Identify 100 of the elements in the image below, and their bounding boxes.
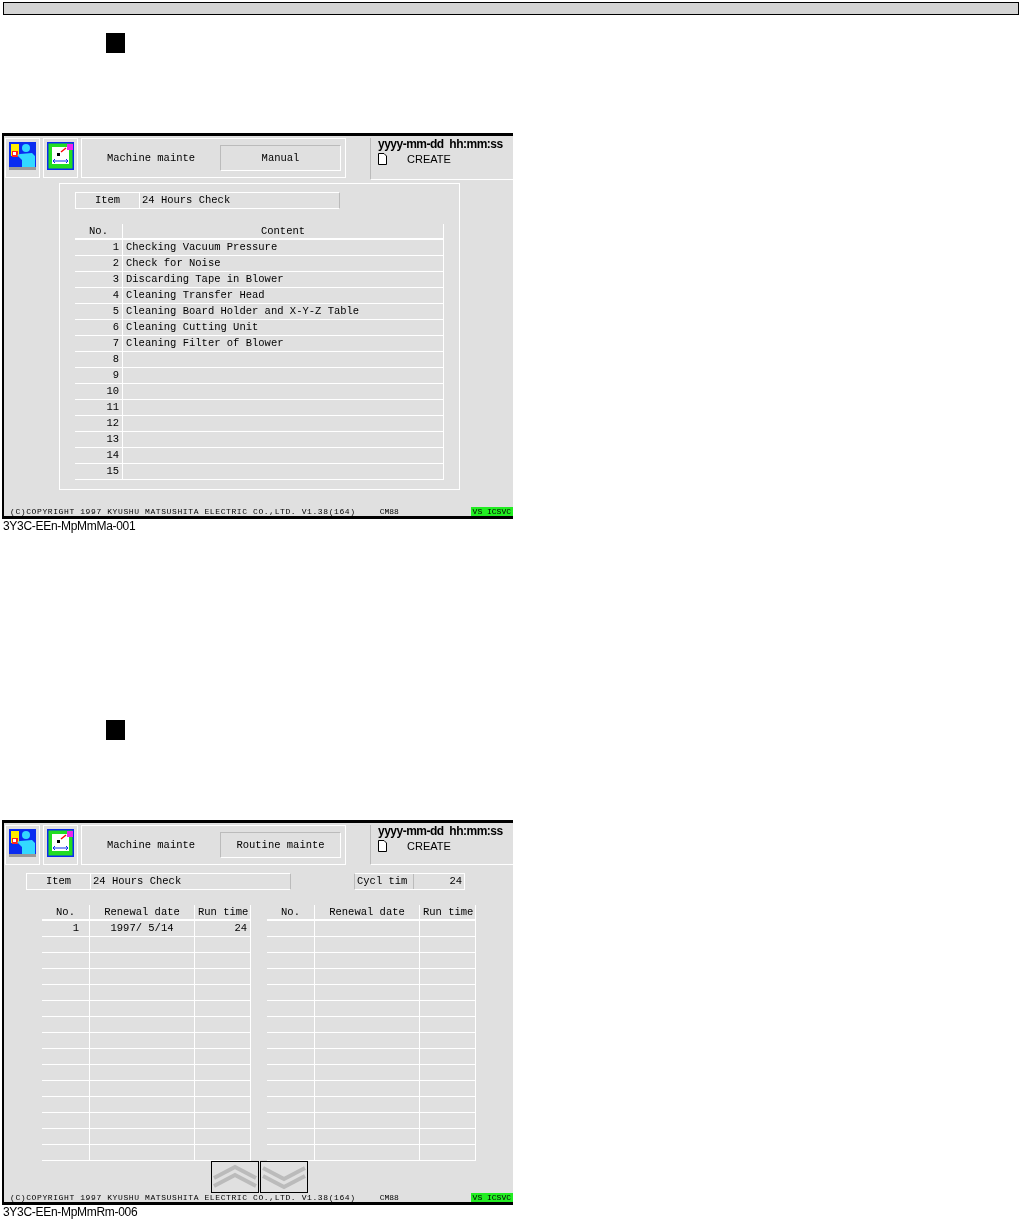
page-down-icon: [261, 1164, 307, 1190]
screen-title: Machine mainte: [105, 839, 197, 851]
table-cell: Discarding Tape in Blower: [123, 272, 444, 288]
page-up-icon: [212, 1164, 258, 1190]
table-cell: [420, 1065, 476, 1081]
column-header: Renewal date: [90, 905, 195, 921]
table-cell: [420, 1097, 476, 1113]
table-cell: 1: [42, 921, 90, 937]
table-cell: [267, 1049, 315, 1065]
table-cell: [267, 1081, 315, 1097]
column-header: Content: [123, 224, 444, 240]
table-cell: [195, 969, 251, 985]
cycle-label: Cycl tim: [355, 874, 414, 889]
table-cell: 1: [75, 240, 123, 256]
item-value: 24 Hours Check: [92, 874, 182, 889]
operator-icon: [9, 829, 36, 857]
table-cell: 7: [75, 336, 123, 352]
machine-model: CM88: [379, 1193, 399, 1202]
status-tag: VS ICSVC: [470, 507, 513, 516]
table-cell: [42, 1097, 90, 1113]
screen-title: Machine mainte: [105, 152, 197, 164]
table-cell: 1997/ 5/14: [90, 921, 195, 937]
table-cell: [42, 1129, 90, 1145]
copyright-text: (C)COPYRIGHT 1997 KYUSHU MATSUSHITA ELECTRIC CO.,LTD. V1.38(164): [10, 507, 356, 516]
table-cell: [42, 1049, 90, 1065]
screen-button[interactable]: [43, 825, 78, 865]
operator-button[interactable]: [5, 138, 40, 178]
table-cell: Cleaning Filter of Blower: [123, 336, 444, 352]
table-cell: [195, 1001, 251, 1017]
table-cell: Check for Noise: [123, 256, 444, 272]
operator-button[interactable]: [5, 825, 40, 865]
column-header: Renewal date: [315, 905, 420, 921]
table-cell: [195, 953, 251, 969]
table-cell: [195, 1081, 251, 1097]
table-cell: [195, 1033, 251, 1049]
table-cell: [267, 1001, 315, 1017]
screen-adjust-icon: [47, 142, 74, 170]
table-cell: [420, 953, 476, 969]
figure-caption: 3Y3C-EEn-MpMmRm-006: [3, 1205, 139, 1219]
cycle-value: 24: [448, 874, 463, 889]
table-cell: [420, 1129, 476, 1145]
table-cell: 12: [75, 416, 123, 432]
table-cell: 2: [75, 256, 123, 272]
date-time: yyyy-mm-dd hh:mm:ss: [378, 825, 504, 838]
machine-model: CM88: [379, 507, 399, 516]
table-cell: [420, 1017, 476, 1033]
screen-button[interactable]: [43, 138, 78, 178]
date-time: yyyy-mm-dd hh:mm:ss: [378, 138, 504, 151]
table-cell: 15: [75, 464, 123, 480]
table-cell: 5: [75, 304, 123, 320]
table-cell: Cleaning Cutting Unit: [123, 320, 444, 336]
table-cell: [42, 1145, 90, 1161]
table-cell: [267, 921, 315, 937]
table-cell: 8: [75, 352, 123, 368]
table-cell: [195, 1017, 251, 1033]
table-cell: [42, 985, 90, 1001]
table-cell: [42, 1001, 90, 1017]
table-cell: [42, 1081, 90, 1097]
table-cell: 6: [75, 320, 123, 336]
table-cell: [420, 1113, 476, 1129]
document-icon: [378, 153, 387, 165]
table-cell: 11: [75, 400, 123, 416]
section-marker: [106, 33, 125, 53]
mode-label: Routine mainte: [220, 832, 341, 858]
item-label: Item: [76, 193, 140, 208]
table-cell: [267, 1033, 315, 1049]
table-cell: [195, 1129, 251, 1145]
table-cell: 14: [75, 448, 123, 464]
table-cell: [267, 969, 315, 985]
mode-label: Manual: [220, 145, 341, 171]
page-up-button[interactable]: [211, 1161, 259, 1193]
table-cell: [420, 1145, 476, 1161]
operator-icon: [9, 142, 36, 170]
table-cell: [267, 953, 315, 969]
table-cell: 10: [75, 384, 123, 400]
table-cell: [42, 953, 90, 969]
item-label: Item: [27, 874, 91, 889]
table-cell: Cleaning Transfer Head: [123, 288, 444, 304]
table-cell: [420, 1001, 476, 1017]
table-cell: [267, 1113, 315, 1129]
copyright-text: (C)COPYRIGHT 1997 KYUSHU MATSUSHITA ELECTRIC CO.,LTD. V1.38(164): [10, 1193, 356, 1202]
table-cell: Checking Vacuum Pressure: [123, 240, 444, 256]
table-cell: 9: [75, 368, 123, 384]
table-cell: 4: [75, 288, 123, 304]
screen-adjust-icon: [47, 829, 74, 857]
column-header: No.: [75, 224, 123, 240]
item-value: 24 Hours Check: [141, 193, 231, 208]
file-status: CREATE: [407, 153, 451, 165]
figure-caption: 3Y3C-EEn-MpMmMa-001: [3, 519, 137, 533]
column-header: Run time: [420, 905, 476, 921]
table-cell: [195, 1097, 251, 1113]
table-cell: [195, 1049, 251, 1065]
table-cell: [420, 921, 476, 937]
table-cell: [42, 937, 90, 953]
table-cell: [267, 1065, 315, 1081]
column-header: No.: [267, 905, 315, 921]
page-down-button[interactable]: [260, 1161, 308, 1193]
table-cell: [42, 1017, 90, 1033]
table-cell: [420, 969, 476, 985]
file-status: CREATE: [407, 840, 451, 852]
